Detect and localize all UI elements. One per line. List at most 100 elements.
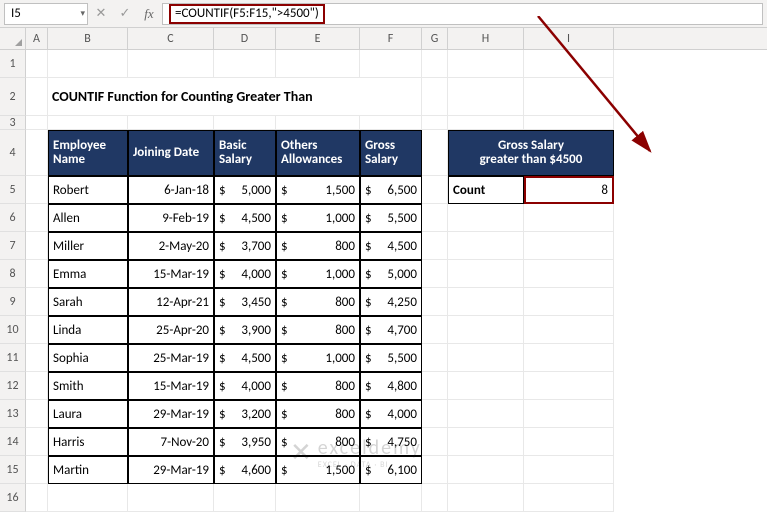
count-value-cell[interactable]: 8 bbox=[524, 176, 614, 204]
cell[interactable] bbox=[360, 484, 422, 512]
th-allow[interactable]: Others Allowances bbox=[276, 130, 360, 176]
cell[interactable] bbox=[26, 428, 48, 456]
cell[interactable] bbox=[448, 78, 524, 116]
row-header-1[interactable]: 1 bbox=[0, 50, 26, 78]
cell[interactable] bbox=[214, 484, 276, 512]
cell[interactable] bbox=[26, 78, 48, 116]
cell[interactable] bbox=[26, 50, 48, 78]
cell-basic[interactable]: $3,900 bbox=[214, 316, 276, 344]
cell[interactable] bbox=[422, 204, 448, 232]
cell[interactable] bbox=[26, 456, 48, 484]
cell-gross[interactable]: $4,500 bbox=[360, 232, 422, 260]
cell[interactable] bbox=[214, 116, 276, 130]
col-header-D[interactable]: D bbox=[214, 28, 276, 49]
cell-gross[interactable]: $4,700 bbox=[360, 316, 422, 344]
cell[interactable] bbox=[448, 204, 524, 232]
cell-basic[interactable]: $3,950 bbox=[214, 428, 276, 456]
fx-icon[interactable]: fx bbox=[138, 3, 160, 25]
check-icon[interactable]: ✓ bbox=[114, 3, 136, 25]
cell[interactable] bbox=[26, 372, 48, 400]
cell[interactable] bbox=[448, 372, 524, 400]
row-header-2[interactable]: 2 bbox=[0, 78, 26, 116]
cell-basic[interactable]: $4,000 bbox=[214, 260, 276, 288]
cell[interactable] bbox=[128, 116, 214, 130]
cell-allow[interactable]: $1,000 bbox=[276, 344, 360, 372]
cell[interactable] bbox=[26, 400, 48, 428]
cell-gross[interactable]: $6,500 bbox=[360, 176, 422, 204]
cell-name[interactable]: Allen bbox=[48, 204, 128, 232]
cell[interactable] bbox=[422, 130, 448, 176]
cell[interactable] bbox=[26, 204, 48, 232]
summary-header[interactable]: Gross Salary greater than $4500 bbox=[448, 130, 614, 176]
page-title[interactable]: COUNTIF Function for Counting Greater Th… bbox=[48, 78, 422, 116]
cell-name[interactable]: Linda bbox=[48, 316, 128, 344]
cell[interactable] bbox=[360, 116, 422, 130]
col-header-A[interactable]: A bbox=[26, 28, 48, 49]
cell-date[interactable]: 9-Feb-19 bbox=[128, 204, 214, 232]
cell-name[interactable]: Harris bbox=[48, 428, 128, 456]
count-label-cell[interactable]: Count bbox=[448, 176, 524, 204]
cell-date[interactable]: 15-Mar-19 bbox=[128, 260, 214, 288]
cell[interactable] bbox=[48, 50, 128, 78]
dropdown-icon[interactable]: ▾ bbox=[80, 8, 85, 19]
cell[interactable] bbox=[524, 50, 614, 78]
row-header-12[interactable]: 12 bbox=[0, 372, 26, 400]
cell-basic[interactable]: $4,000 bbox=[214, 372, 276, 400]
cell[interactable] bbox=[26, 288, 48, 316]
cell-basic[interactable]: $3,450 bbox=[214, 288, 276, 316]
row-header-9[interactable]: 9 bbox=[0, 288, 26, 316]
cell[interactable] bbox=[422, 344, 448, 372]
col-header-C[interactable]: C bbox=[128, 28, 214, 49]
cell[interactable] bbox=[422, 400, 448, 428]
cell[interactable] bbox=[26, 232, 48, 260]
cell[interactable] bbox=[524, 316, 614, 344]
row-header-14[interactable]: 14 bbox=[0, 428, 26, 456]
cell[interactable] bbox=[524, 456, 614, 484]
cell-name[interactable]: Miller bbox=[48, 232, 128, 260]
cell[interactable] bbox=[448, 50, 524, 78]
cell[interactable] bbox=[214, 50, 276, 78]
cell[interactable] bbox=[524, 204, 614, 232]
cell-gross[interactable]: $5,500 bbox=[360, 344, 422, 372]
th-name[interactable]: Employee Name bbox=[48, 130, 128, 176]
cell[interactable] bbox=[524, 260, 614, 288]
cell[interactable] bbox=[276, 484, 360, 512]
cell-gross[interactable]: $4,000 bbox=[360, 400, 422, 428]
cell-gross[interactable]: $4,250 bbox=[360, 288, 422, 316]
cell-date[interactable]: 15-Mar-19 bbox=[128, 372, 214, 400]
cell[interactable] bbox=[448, 232, 524, 260]
cell[interactable] bbox=[26, 176, 48, 204]
row-header-3[interactable]: 3 bbox=[0, 116, 26, 130]
cancel-icon[interactable]: ✕ bbox=[90, 3, 112, 25]
col-header-G[interactable]: G bbox=[422, 28, 448, 49]
cell[interactable] bbox=[26, 130, 48, 176]
cell[interactable] bbox=[524, 400, 614, 428]
col-header-E[interactable]: E bbox=[276, 28, 360, 49]
row-header-7[interactable]: 7 bbox=[0, 232, 26, 260]
cell[interactable] bbox=[422, 78, 448, 116]
th-date[interactable]: Joining Date bbox=[128, 130, 214, 176]
cell[interactable] bbox=[422, 50, 448, 78]
cell[interactable] bbox=[422, 428, 448, 456]
cell-gross[interactable]: $5,000 bbox=[360, 260, 422, 288]
cell[interactable] bbox=[524, 344, 614, 372]
cell-date[interactable]: 25-Mar-19 bbox=[128, 344, 214, 372]
cell[interactable] bbox=[422, 372, 448, 400]
row-header-5[interactable]: 5 bbox=[0, 176, 26, 204]
cell-name[interactable]: Robert bbox=[48, 176, 128, 204]
cell-date[interactable]: 2-May-20 bbox=[128, 232, 214, 260]
cell[interactable] bbox=[128, 50, 214, 78]
cell[interactable] bbox=[422, 316, 448, 344]
cell[interactable] bbox=[448, 116, 524, 130]
cell[interactable] bbox=[26, 116, 48, 130]
th-gross[interactable]: Gross Salary bbox=[360, 130, 422, 176]
cell[interactable] bbox=[276, 50, 360, 78]
th-basic[interactable]: Basic Salary bbox=[214, 130, 276, 176]
cell-date[interactable]: 7-Nov-20 bbox=[128, 428, 214, 456]
cell-basic[interactable]: $3,700 bbox=[214, 232, 276, 260]
cell[interactable] bbox=[448, 260, 524, 288]
cell[interactable] bbox=[448, 344, 524, 372]
cell-allow[interactable]: $800 bbox=[276, 400, 360, 428]
cell[interactable] bbox=[128, 484, 214, 512]
row-header-15[interactable]: 15 bbox=[0, 456, 26, 484]
